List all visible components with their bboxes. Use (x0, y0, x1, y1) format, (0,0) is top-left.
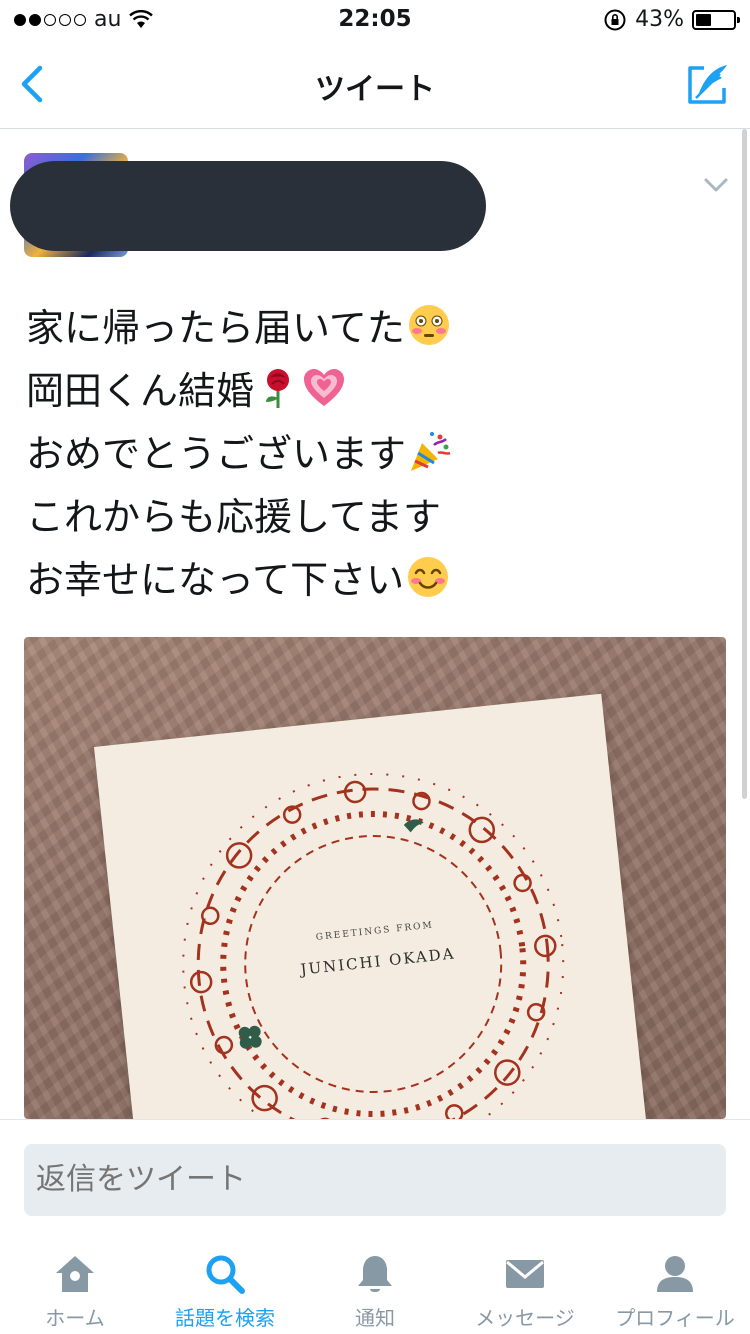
tab-bar: ホーム 話題を検索 通知 メッセージ プロフィール (0, 1236, 750, 1334)
tweet-line: お幸せになって下さい (26, 549, 726, 612)
tweet-line-text: おめでとうございます (26, 432, 407, 476)
tab-profile[interactable]: プロフィール (600, 1236, 750, 1334)
navigation-bar: ツイート (0, 40, 750, 129)
tab-label: ホーム (45, 1306, 105, 1330)
growing-heart-icon (304, 369, 345, 406)
tab-label: 話題を検索 (175, 1306, 275, 1330)
flushed-face-icon (408, 305, 449, 345)
tweet-line: おめでとうございます (26, 423, 726, 486)
reply-input[interactable] (24, 1144, 726, 1216)
tweet-line: 岡田くん結婚 (26, 360, 726, 423)
rose-icon (266, 369, 290, 408)
search-icon (206, 1255, 245, 1294)
tab-messages[interactable]: メッセージ (450, 1236, 600, 1334)
status-bar: au 22:05 43% (0, 0, 750, 40)
page-title: ツイート (315, 72, 435, 107)
tweet-line-text: 家に帰ったら届いてた (26, 306, 405, 350)
tweet-line-text: これからも応援してます (26, 495, 441, 539)
party-popper-icon (411, 432, 451, 471)
tweet-detail: 家に帰ったら届いてた 岡田くん結婚 おめでとうございます これからも応援してます… (0, 129, 750, 1119)
compose-tweet-icon[interactable] (684, 62, 730, 108)
tweet-line-text: 岡田くん結婚 (26, 369, 255, 413)
reply-bar (0, 1119, 750, 1236)
tab-label: 通知 (355, 1306, 395, 1330)
ornamental-wreath (182, 773, 565, 1119)
tweet-line: これからも応援してます (26, 486, 726, 549)
tweet-line-text: お幸せになって下さい (26, 558, 405, 602)
redacted-username (10, 161, 486, 251)
chevron-down-icon[interactable] (702, 175, 730, 195)
tweet-photo[interactable]: Greetings From Junichi Okada (24, 637, 726, 1119)
battery-icon (692, 9, 740, 30)
tab-label: プロフィール (615, 1306, 735, 1330)
tweet-line: 家に帰ったら届いてた (26, 297, 726, 360)
home-icon (56, 1256, 94, 1292)
smiling-face-icon (408, 557, 449, 597)
battery-percent: 43% (635, 7, 684, 32)
tab-notifications[interactable]: 通知 (300, 1236, 450, 1334)
tab-home[interactable]: ホーム (0, 1236, 150, 1334)
orientation-lock-icon (604, 9, 626, 30)
status-right: 43% (603, 7, 740, 32)
person-icon (657, 1256, 693, 1292)
bell-icon (358, 1256, 392, 1292)
tab-label: メッセージ (475, 1306, 575, 1330)
envelope-icon (506, 1260, 544, 1288)
greeting-card: Greetings From Junichi Okada (94, 693, 648, 1119)
scroll-indicator[interactable] (742, 129, 747, 799)
tab-search[interactable]: 話題を検索 (150, 1236, 300, 1334)
tweet-text: 家に帰ったら届いてた 岡田くん結婚 おめでとうございます これからも応援してます… (26, 297, 726, 612)
battery-level (696, 13, 711, 26)
